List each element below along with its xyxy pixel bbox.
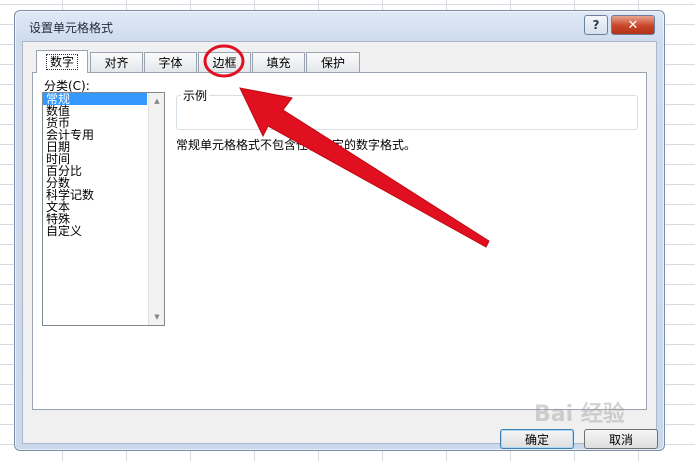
ok-button[interactable]: 确定 [500,429,574,449]
tab-protection[interactable]: 保护 [306,52,360,72]
category-item-scientific[interactable]: 科学记数 [43,189,147,201]
scroll-down-icon[interactable]: ▼ [149,309,165,325]
category-item-fraction[interactable]: 分数 [43,177,147,189]
number-tab-panel: 分类(C): 常规 数值 货币 会计专用 日期 时间 百分比 分数 科学记数 文… [32,72,647,410]
category-scrollbar[interactable]: ▲ ▼ [148,93,164,325]
category-item-number[interactable]: 数值 [43,105,147,117]
category-item-date[interactable]: 日期 [43,141,147,153]
category-item-text[interactable]: 文本 [43,201,147,213]
category-item-special[interactable]: 特殊 [43,213,147,225]
sample-label: 示例 [181,87,210,104]
category-item-percentage[interactable]: 百分比 [43,165,147,177]
close-button[interactable]: ✕ [611,15,655,35]
scroll-up-icon[interactable]: ▲ [149,93,165,109]
cancel-button[interactable]: 取消 [584,429,658,449]
tab-border[interactable]: 边框 [198,52,251,72]
category-list[interactable]: 常规 数值 货币 会计专用 日期 时间 百分比 分数 科学记数 文本 特殊 自定… [42,92,165,326]
help-button[interactable]: ? [584,15,608,35]
tab-number[interactable]: 数字 [36,50,88,73]
category-item-general[interactable]: 常规 [43,93,147,105]
tab-alignment[interactable]: 对齐 [90,52,143,72]
tab-fill[interactable]: 填充 [252,52,305,72]
dialog-client-area: 数字 对齐 字体 边框 填充 保护 分类(C): 常规 数值 货币 会计专用 日… [22,41,658,449]
category-item-accounting[interactable]: 会计专用 [43,129,147,141]
watermark-logo: Bai 经验 [534,402,625,427]
format-description: 常规单元格格式不包含任何特定的数字格式。 [176,138,417,152]
category-item-currency[interactable]: 货币 [43,117,147,129]
sample-group: 示例 [176,87,638,130]
tab-font[interactable]: 字体 [144,52,197,72]
title-bar[interactable]: 设置单元格格式 ? ✕ [15,11,664,41]
format-cells-dialog: 设置单元格格式 ? ✕ 数字 对齐 字体 边框 填充 保护 分类(C): 常规 … [14,10,665,451]
category-item-time[interactable]: 时间 [43,153,147,165]
dialog-title: 设置单元格格式 [29,21,114,35]
category-item-custom[interactable]: 自定义 [43,225,147,237]
